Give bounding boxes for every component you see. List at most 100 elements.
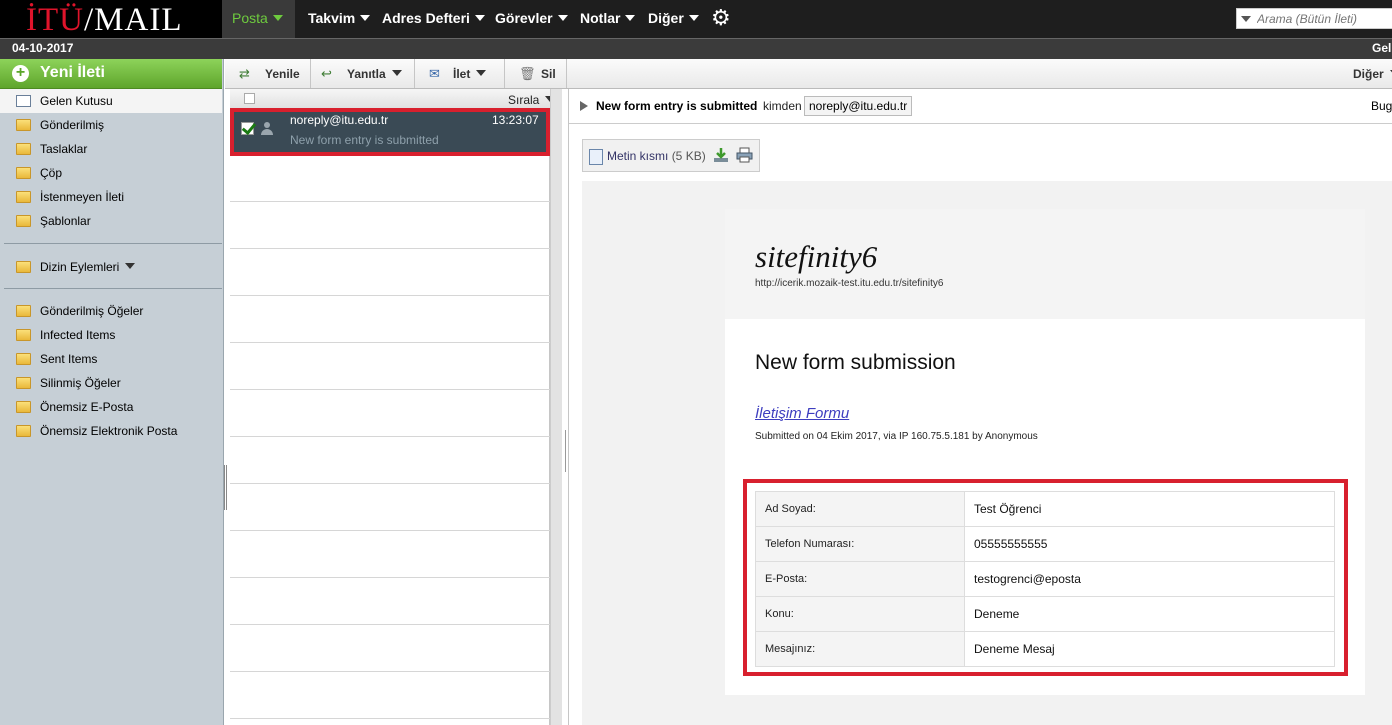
sidebar-item-infected-items[interactable]: Infected Items <box>0 323 222 347</box>
search-scope-dropdown-icon[interactable] <box>1241 16 1251 22</box>
sidebar-resize-handle[interactable] <box>224 465 227 510</box>
folder-icon <box>16 353 31 365</box>
itu-mail-logo[interactable]: İTÜ/MAIL <box>0 0 222 38</box>
attachment-bar: Metin kısmı (5 KB) <box>582 139 760 172</box>
text-part-icon <box>589 149 603 165</box>
nav-adres-defteri-label: Adres Defteri <box>382 10 470 26</box>
sidebar-item-label: Çöp <box>40 166 63 180</box>
folder-icon <box>16 305 31 317</box>
gear-icon[interactable]: ⚙ <box>711 7 733 29</box>
chevron-down-icon <box>625 15 636 21</box>
chevron-down-icon <box>688 15 699 21</box>
nav-gorevler-label: Görevler <box>495 10 553 26</box>
highlight-box <box>743 479 1348 676</box>
nav-posta-label: Posta <box>232 10 268 26</box>
form-title: New form submission <box>755 351 956 374</box>
message-date: Bug <box>1371 99 1392 113</box>
refresh-icon: ⇄ <box>239 66 250 81</box>
plus-icon: + <box>12 65 29 82</box>
sidebar-item-junk-electronic-mail[interactable]: Önemsiz Elektronik Posta <box>0 419 222 443</box>
folder-actions-menu[interactable]: Dizin Eylemleri <box>0 255 222 279</box>
sidebar-divider <box>4 288 222 289</box>
nav-posta[interactable]: Posta <box>222 0 295 38</box>
refresh-button[interactable]: ⇄ Yenile <box>225 59 311 88</box>
chevron-down-icon <box>125 263 136 269</box>
chevron-down-icon <box>360 15 371 21</box>
message-header-subject: New form entry is submitted <box>596 99 758 113</box>
nav-diger[interactable]: Diğer <box>648 0 699 38</box>
sidebar-item-label: Sent Items <box>40 352 98 366</box>
sidebar-item-drafts[interactable]: Taslaklar <box>0 137 222 161</box>
nav-diger-label: Diğer <box>648 10 684 26</box>
sidebar-divider <box>4 243 222 244</box>
sidebar-item-junk-email[interactable]: Önemsiz E-Posta <box>0 395 222 419</box>
folder-icon <box>16 261 31 273</box>
sidebar-item-sent-items-tr[interactable]: Gönderilmiş Öğeler <box>0 299 222 323</box>
empty-list-row <box>230 625 550 672</box>
trash-folder-icon <box>16 167 31 179</box>
logo-mail-text: /MAIL <box>83 2 183 38</box>
envelope-icon <box>16 95 31 107</box>
search-input[interactable] <box>1257 10 1392 27</box>
search-box <box>1236 8 1392 29</box>
nav-adres-defteri[interactable]: Adres Defteri <box>382 0 485 38</box>
sidebar-item-label: Gönderilmiş Öğeler <box>40 304 144 318</box>
empty-list-row <box>230 578 550 625</box>
more-actions-button[interactable]: Diğer <box>1353 67 1392 81</box>
expand-header-icon[interactable] <box>580 101 588 111</box>
sidebar-item-templates[interactable]: Şablonlar <box>0 209 222 233</box>
forward-icon: ✉ <box>429 66 440 81</box>
templates-folder-icon <box>16 215 31 227</box>
chevron-down-icon <box>557 15 568 21</box>
empty-list-row <box>230 390 550 437</box>
nav-takvim-label: Takvim <box>308 10 356 26</box>
from-label: kimden <box>763 99 802 113</box>
sidebar-item-label: Önemsiz Elektronik Posta <box>40 424 178 438</box>
sidebar-item-label: Silinmiş Öğeler <box>40 376 121 390</box>
forward-button[interactable]: ✉ İlet <box>415 59 505 88</box>
sidebar-item-sent-items[interactable]: Sent Items <box>0 347 222 371</box>
sidebar-item-label: İstenmeyen İleti <box>40 190 125 204</box>
sidebar-item-label: Infected Items <box>40 328 116 342</box>
sort-label: Sırala <box>508 93 540 107</box>
folder-sidebar: + Yeni İleti Gelen Kutusu Gönderilmiş Ta… <box>0 59 224 725</box>
select-all-checkbox[interactable] <box>244 93 255 104</box>
download-icon[interactable] <box>713 147 729 163</box>
sidebar-item-deleted-items[interactable]: Silinmiş Öğeler <box>0 371 222 395</box>
sidebar-item-inbox[interactable]: Gelen Kutusu <box>0 89 222 113</box>
nav-gorevler[interactable]: Görevler <box>495 0 568 38</box>
nav-notlar[interactable]: Notlar <box>580 0 636 38</box>
brand-url: http://icerik.mozaik-test.itu.edu.tr/sit… <box>755 278 944 289</box>
empty-list-row <box>230 249 550 296</box>
sent-folder-icon <box>16 119 31 131</box>
empty-list-row <box>230 484 550 531</box>
nav-takvim[interactable]: Takvim <box>308 0 371 38</box>
empty-list-row <box>230 202 550 249</box>
message-list-scrollbar[interactable] <box>550 89 562 725</box>
message-list: Sırala noreply@itu.edu.tr 13:23:07 New f… <box>230 89 562 725</box>
datebar-right-text: Gel <box>1372 41 1392 55</box>
sidebar-item-label: Şablonlar <box>40 214 91 228</box>
delete-label: Sil <box>541 67 556 81</box>
email-header-band: sitefinity6 http://icerik.mozaik-test.it… <box>725 209 1365 319</box>
reply-button[interactable]: ↩ Yanıtla <box>311 59 415 88</box>
spam-folder-icon <box>16 191 31 203</box>
sidebar-item-trash[interactable]: Çöp <box>0 161 222 185</box>
forward-label: İlet <box>453 67 471 81</box>
print-icon[interactable] <box>736 147 753 163</box>
reply-label: Yanıtla <box>347 67 386 81</box>
drafts-folder-icon <box>16 143 31 155</box>
more-actions-label: Diğer <box>1353 67 1384 81</box>
sort-menu[interactable]: Sırala <box>508 93 556 107</box>
form-name-link[interactable]: İletişim Formu <box>755 405 849 422</box>
nav-notlar-label: Notlar <box>580 10 621 26</box>
sidebar-item-sent[interactable]: Gönderilmiş <box>0 113 222 137</box>
sidebar-item-spam[interactable]: İstenmeyen İleti <box>0 185 222 209</box>
attachment-link[interactable]: Metin kısmı (5 KB) <box>607 149 706 163</box>
delete-button[interactable]: 🗑 Sil <box>505 59 567 88</box>
new-message-button[interactable]: + Yeni İleti <box>0 59 222 89</box>
chevron-down-icon <box>391 70 402 76</box>
sender-address-chip[interactable]: noreply@itu.edu.tr <box>804 96 913 116</box>
message-list-header: Sırala <box>230 89 556 109</box>
empty-list-row <box>230 531 550 578</box>
